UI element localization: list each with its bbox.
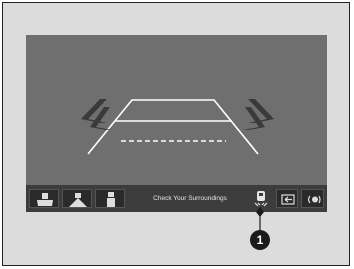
callout-pointer bbox=[256, 207, 264, 232]
callout-number-badge: 1 bbox=[250, 230, 270, 250]
